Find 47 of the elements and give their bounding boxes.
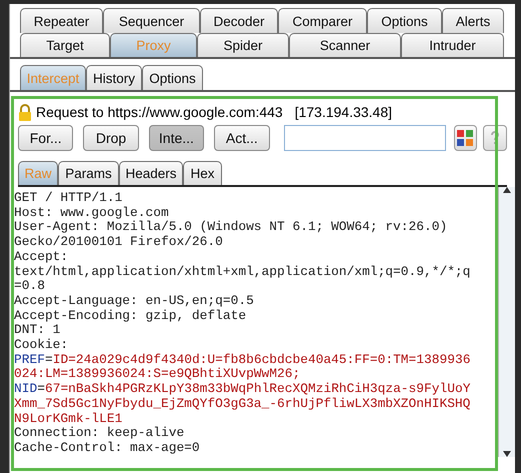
request-line: text/html,application/xhtml+xml,application/xml;q=0.9,*/*;q [14, 264, 472, 280]
request-line: Accept: [14, 250, 70, 265]
tab[interactable]: Options [142, 65, 203, 90]
request-line: NID=67=nBaSkh4PGRzKLpY38m33bWqPhlRecXQMziRhCiH3qza-s9FylUoY [14, 382, 472, 397]
request-line: Accept-Encoding: gzip, deflate [14, 308, 248, 324]
help-icon [490, 131, 500, 145]
down-arrow-icon [503, 451, 511, 457]
tab[interactable]: Headers [119, 161, 183, 185]
request-line: Host: www.google.com [14, 206, 170, 220]
request-line: User-Agent: Mozilla/5.0 (Windows NT 6.1; WOW64; rv:26.0) [14, 220, 448, 236]
tab[interactable]: Hex [183, 161, 222, 185]
request-line: Gecko/20100101 Firefox/26.0 [14, 235, 224, 250]
search-field[interactable] [284, 125, 446, 151]
tab[interactable]: Spider [197, 33, 289, 57]
request-line: Accept-Language: en-US,en;q=0.5 [14, 294, 255, 309]
tab[interactable]: Decoder [200, 8, 278, 33]
tab[interactable]: Alerts [442, 8, 504, 33]
request-line: PREF=ID=24a029c4d9f4340d:U=fb8b6cbdcbe40a45:FF=0:TM=1389936 [14, 352, 472, 368]
tab[interactable]: Target [20, 33, 110, 57]
request-line: 024:LM=1389936024:S=e9QBhtiXUvpWwM26; [14, 367, 302, 382]
toolbar-button[interactable]: Act... [214, 125, 270, 151]
color-grid-icon [457, 130, 474, 146]
request-line: GET / HTTP/1.1 [14, 191, 124, 206]
ip-address: [173.194.33.48] [294, 104, 392, 120]
request-line: DNT: 1 [14, 323, 62, 338]
toolbar-button[interactable]: Drop [83, 125, 139, 151]
tab[interactable]: Options [367, 8, 442, 33]
toolbar-button[interactable]: Inte... [148, 125, 204, 151]
tab[interactable]: Intruder [401, 33, 504, 57]
toolbar-button[interactable]: For... [18, 125, 74, 151]
tab[interactable]: History [86, 65, 142, 90]
tab[interactable]: Scanner [289, 33, 401, 57]
request-line: Xmm_7Sd5Gc1NyFbydu_EjZmQYfO3gG3a_-6rhUjPfliwLX3mbXZOnHIKSHQ [14, 396, 472, 412]
color-grid-button[interactable] [454, 125, 478, 151]
tab[interactable]: Params [58, 161, 119, 185]
request-line: N9LorKGmk-lLE1 [14, 412, 124, 426]
request-line: Cookie: [14, 338, 70, 353]
scrollbar[interactable] [498, 187, 515, 457]
up-arrow-icon [503, 187, 511, 193]
request-label: Request to https://www.google.com:443 [36, 104, 283, 120]
tab[interactable]: Repeater [20, 8, 103, 33]
request-line: Connection: keep-alive [14, 426, 186, 441]
request-line: =0.8 [14, 279, 46, 294]
tab[interactable]: Sequencer [103, 8, 200, 33]
lock-icon [18, 104, 32, 120]
request-line: Cache-Control: max-age=0 [14, 440, 201, 456]
tab[interactable]: Comparer [278, 8, 367, 33]
